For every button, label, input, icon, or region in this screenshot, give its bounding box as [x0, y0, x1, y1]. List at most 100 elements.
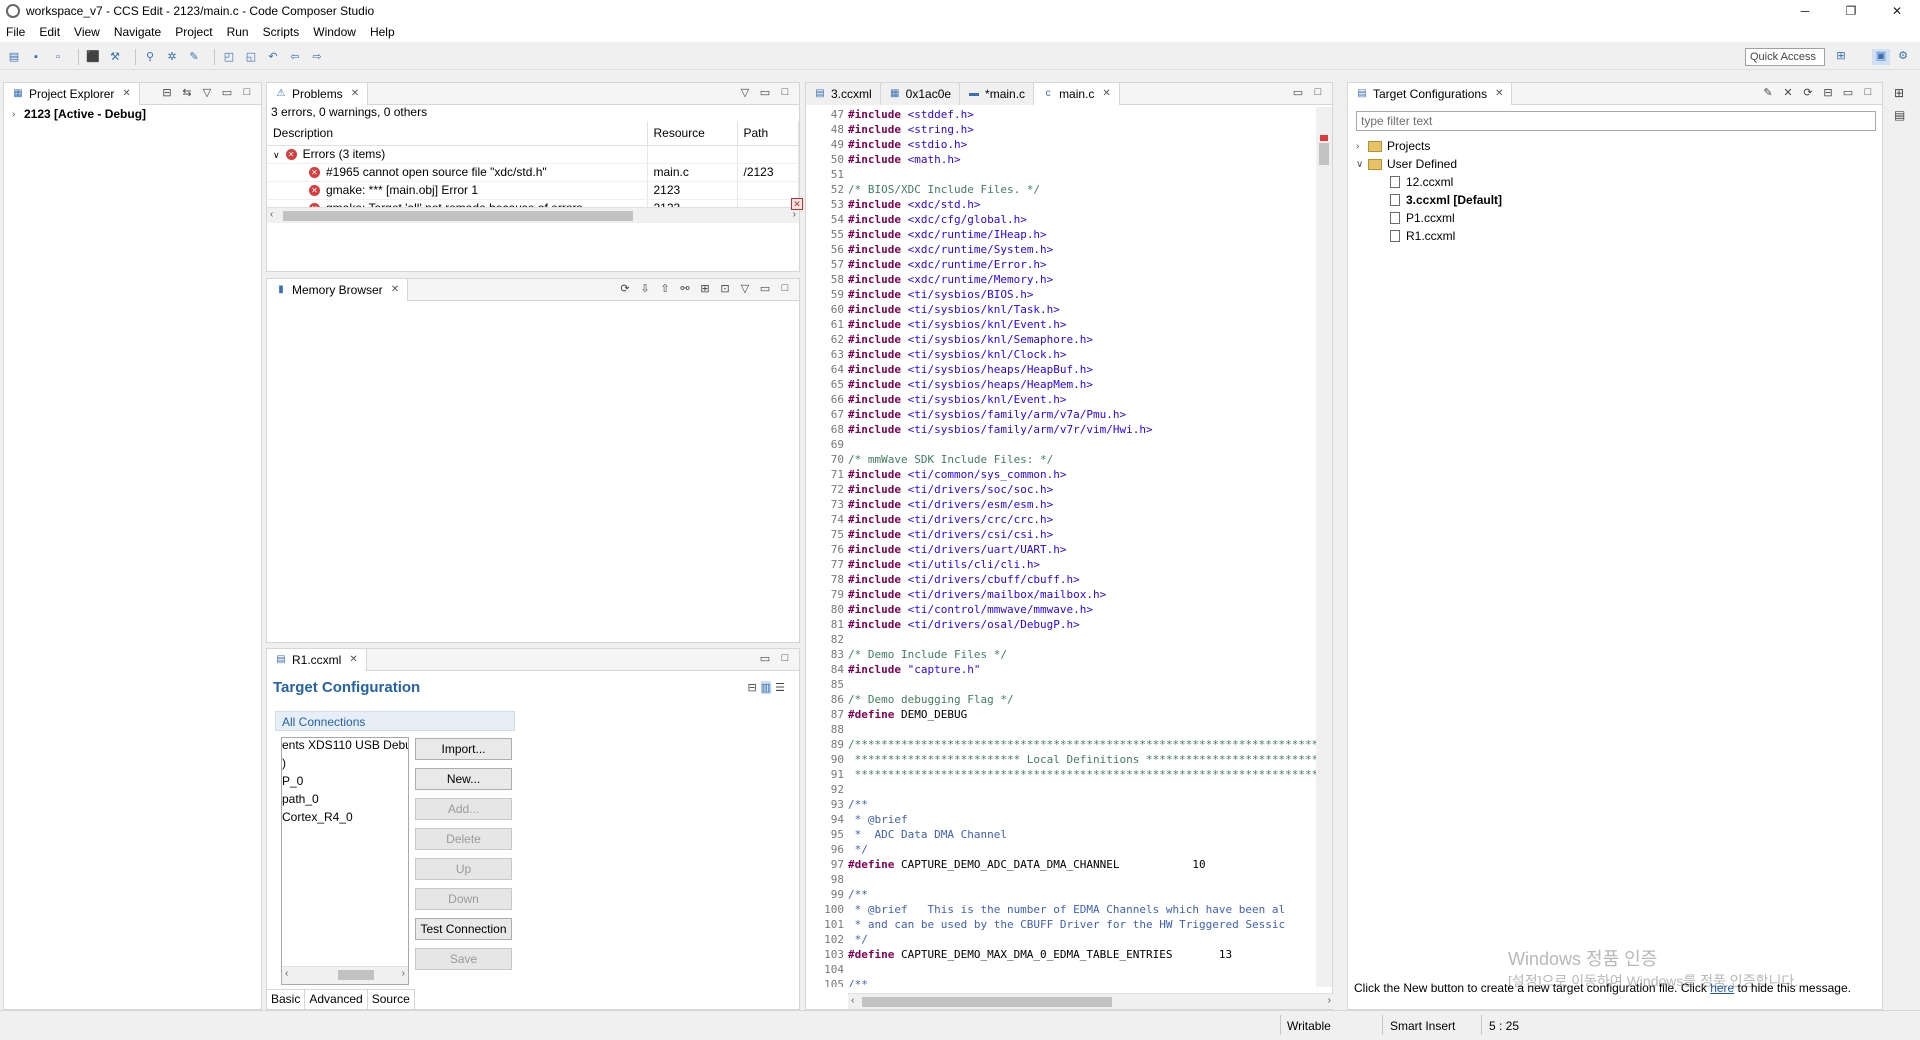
new-tab-icon[interactable]: ⊞	[697, 282, 713, 295]
code-line[interactable]: 95 * ADC Data DMA Channel	[806, 827, 1316, 842]
code-line[interactable]: 65 #include <ti/sysbios/heaps/HeapMem.h>	[806, 377, 1316, 392]
code-line[interactable]: 100 * @brief This is the number of EDMA …	[806, 902, 1316, 917]
code-line[interactable]: 91 *************************************…	[806, 767, 1316, 782]
new-button[interactable]: New...	[415, 768, 512, 790]
quick-access-input[interactable]: Quick Access	[1745, 48, 1825, 66]
column-path[interactable]: Path	[737, 121, 799, 146]
save-all-icon[interactable]: ▫	[50, 49, 66, 65]
code-line[interactable]: 53 #include <xdc/std.h>	[806, 197, 1316, 212]
down-button[interactable]: Down	[415, 888, 512, 910]
code-line[interactable]: 59 #include <ti/sysbios/BIOS.h>	[806, 287, 1316, 302]
scroll-thumb[interactable]	[338, 970, 374, 980]
code-line[interactable]: 97 #define CAPTURE_DEMO_ADC_DATA_DMA_CHAN…	[806, 857, 1316, 872]
code-line[interactable]: 94 * @brief	[806, 812, 1316, 827]
column-description[interactable]: Description	[267, 121, 648, 146]
code-line[interactable]: 74 #include <ti/drivers/crc/crc.h>	[806, 512, 1316, 527]
code-line[interactable]: 90 ************************* Local Defin…	[806, 752, 1316, 767]
code-line[interactable]: 81 #include <ti/drivers/osal/DebugP.h>	[806, 617, 1316, 632]
code-line[interactable]: 62 #include <ti/sysbios/knl/Semaphore.h>	[806, 332, 1316, 347]
open-resource-icon[interactable]: ◱	[243, 49, 259, 65]
code-line[interactable]: 92	[806, 782, 1316, 797]
scroll-thumb[interactable]	[283, 211, 633, 221]
tree-item-file[interactable]: P1.ccxml	[1356, 209, 1502, 227]
maximize-icon[interactable]: □	[1860, 86, 1876, 99]
menu-scripts[interactable]: Scripts	[263, 25, 300, 39]
connections-hscrollbar[interactable]: ‹ ›	[282, 966, 408, 984]
scroll-right-icon[interactable]: ›	[793, 209, 796, 220]
code-line[interactable]: 69	[806, 437, 1316, 452]
restore-icon[interactable]: ⊞	[1894, 86, 1904, 100]
list-item[interactable]: ents XDS110 USB Debu	[282, 738, 408, 756]
collapse-all-icon[interactable]: ⊟	[159, 86, 175, 99]
forward-icon[interactable]: ⇨	[309, 49, 325, 65]
code-line[interactable]: 66 #include <ti/sysbios/knl/Event.h>	[806, 392, 1316, 407]
view-menu-icon[interactable]: ▽	[199, 86, 215, 99]
code-line[interactable]: 75 #include <ti/drivers/csi/csi.h>	[806, 527, 1316, 542]
expand-icon[interactable]: ›	[12, 109, 24, 120]
close-button[interactable]: ✕	[1874, 0, 1920, 22]
table-row[interactable]: ∨ ✕ Errors (3 items)	[267, 145, 799, 164]
list-item[interactable]: )	[282, 756, 408, 774]
add-button[interactable]: Add...	[415, 798, 512, 820]
code-line[interactable]: 76 #include <ti/drivers/uart/UART.h>	[806, 542, 1316, 557]
close-icon[interactable]: ✕	[1495, 88, 1503, 99]
minimize-icon[interactable]: ▭	[219, 86, 235, 99]
scroll-left-icon[interactable]: ‹	[270, 209, 273, 220]
filter-input[interactable]: type filter text	[1356, 111, 1876, 131]
tab-target-configurations[interactable]: ▤ Target Configurations ✕	[1348, 82, 1513, 105]
back-icon[interactable]: ⇦	[287, 49, 303, 65]
refresh-icon[interactable]: ⟳	[617, 282, 633, 295]
view-menu-icon[interactable]: ▽	[737, 282, 753, 295]
code-line[interactable]: 99 /**	[806, 887, 1316, 902]
maximize-icon[interactable]: □	[239, 86, 255, 99]
code-line[interactable]: 102 */	[806, 932, 1316, 947]
code-line[interactable]: 77 #include <ti/utils/cli/cli.h>	[806, 557, 1316, 572]
code-line[interactable]: 48 #include <string.h>	[806, 122, 1316, 137]
code-line[interactable]: 98	[806, 872, 1316, 887]
console-icon[interactable]: ▤	[1894, 108, 1905, 122]
bug-icon[interactable]: ✲	[164, 49, 180, 65]
code-line[interactable]: 51	[806, 167, 1316, 182]
import-button[interactable]: Import...	[415, 738, 512, 760]
code-line[interactable]: 88	[806, 722, 1316, 737]
code-line[interactable]: 58 #include <xdc/runtime/Memory.h>	[806, 272, 1316, 287]
tab-memory-browser[interactable]: ▮ Memory Browser ✕	[267, 278, 409, 301]
maximize-icon[interactable]: □	[777, 86, 793, 99]
list-item[interactable]: path_0	[282, 792, 408, 810]
code-line[interactable]: 96 */	[806, 842, 1316, 857]
tab-project-explorer[interactable]: ▦ Project Explorer ✕	[4, 82, 140, 105]
collapse-icon[interactable]: ∨	[273, 150, 280, 160]
list-item[interactable]: P_0	[282, 774, 408, 792]
tab-r1-ccxml[interactable]: ▤ R1.ccxml ✕	[267, 648, 367, 671]
tree-item-projects[interactable]: › Projects	[1356, 137, 1502, 155]
code-line[interactable]: 60 #include <ti/sysbios/knl/Task.h>	[806, 302, 1316, 317]
code-line[interactable]: 52 /* BIOS/XDC Include Files. */	[806, 182, 1316, 197]
error-overview-marker[interactable]	[1320, 135, 1328, 141]
menu-run[interactable]: Run	[227, 25, 249, 39]
code-line[interactable]: 78 #include <ti/drivers/cbuff/cbuff.h>	[806, 572, 1316, 587]
last-edit-icon[interactable]: ↶	[265, 49, 281, 65]
editor-hscrollbar[interactable]: ‹ ›	[848, 993, 1334, 1009]
code-line[interactable]: 67 #include <ti/sysbios/family/arm/v7a/Pm…	[806, 407, 1316, 422]
list-item[interactable]: Cortex_R4_0	[282, 810, 408, 828]
code-line[interactable]: 82	[806, 632, 1316, 647]
pin-icon[interactable]: ⊡	[717, 282, 733, 295]
code-line[interactable]: 49 #include <stdio.h>	[806, 137, 1316, 152]
search-icon[interactable]: ⚲	[142, 49, 158, 65]
code-line[interactable]: 54 #include <xdc/cfg/global.h>	[806, 212, 1316, 227]
import-icon[interactable]: ⇩	[637, 282, 653, 295]
menu-window[interactable]: Window	[313, 25, 356, 39]
hide-message-link[interactable]: here	[1710, 981, 1734, 995]
close-icon[interactable]: ✕	[122, 88, 130, 99]
collapse-all-icon[interactable]: ⊟	[1820, 86, 1836, 99]
code-line[interactable]: 50 #include <math.h>	[806, 152, 1316, 167]
table-row[interactable]: ✕ gmake: *** [main.obj] Error 1 2123	[267, 181, 799, 200]
tab-main-c[interactable]: c main.c ✕	[1034, 82, 1120, 105]
ccs-debug-perspective-icon[interactable]: ⚙	[1894, 49, 1912, 65]
code-line[interactable]: 84 #include "capture.h"	[806, 662, 1316, 677]
column-resource[interactable]: Resource	[647, 121, 738, 146]
minimize-icon[interactable]: ▭	[757, 86, 773, 99]
code-line[interactable]: 79 #include <ti/drivers/mailbox/mailbox.h…	[806, 587, 1316, 602]
scroll-left-icon[interactable]: ‹	[851, 995, 854, 1006]
tab-basic[interactable]: Basic	[267, 990, 306, 1009]
